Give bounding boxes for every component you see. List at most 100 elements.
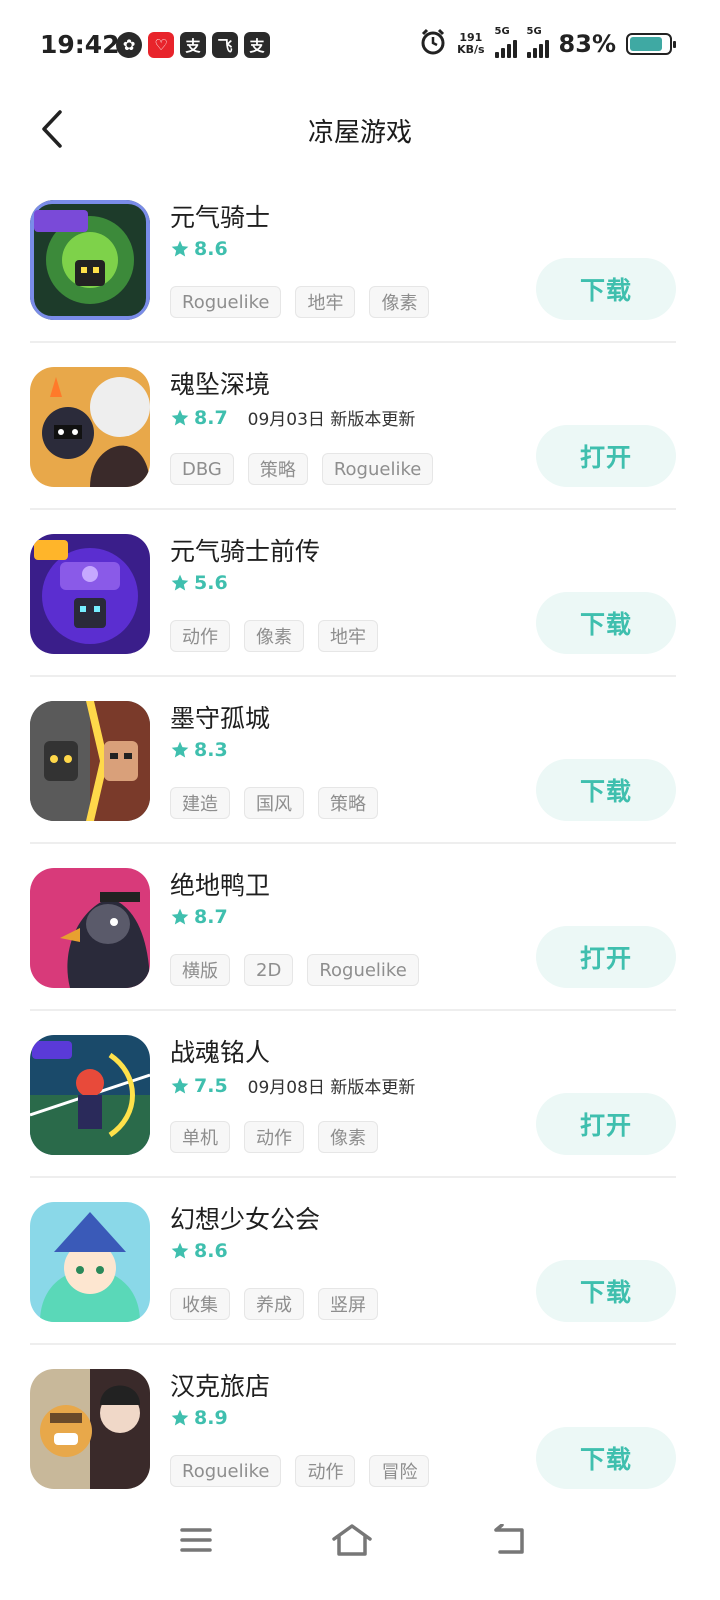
game-list-item[interactable]: 墨守孤城 8.3 建造 国风 策略 下载 <box>0 677 720 844</box>
game-rating: 8.6 <box>170 1240 228 1262</box>
star-icon <box>171 741 189 758</box>
game-list-item[interactable]: 元气骑士 8.6 Roguelike 地牢 像素 下载 <box>0 176 720 343</box>
game-list-item[interactable]: 魂坠深境 8.7 09月03日 新版本更新 DBG 策略 Roguelike 打开 <box>0 343 720 510</box>
back-icon <box>494 1524 524 1554</box>
game-icon[interactable] <box>30 200 150 320</box>
menu-button[interactable] <box>166 1510 226 1570</box>
game-name[interactable]: 魂坠深境 <box>170 365 270 401</box>
status-time: 19:42 <box>40 30 120 59</box>
game-tags: Roguelike 地牢 像素 <box>170 286 430 318</box>
rating-score: 8.6 <box>194 1240 228 1262</box>
page-title: 凉屋游戏 <box>307 118 412 148</box>
rating-score: 7.5 <box>194 1074 228 1097</box>
alarm-icon <box>419 28 447 60</box>
game-rating: 5.6 <box>170 572 228 594</box>
signal-icon: 5G <box>526 26 549 58</box>
game-rating: 7.5 09月08日 新版本更新 <box>170 1073 415 1098</box>
game-tags: 单机 动作 像素 <box>170 1121 378 1153</box>
game-icon[interactable] <box>30 367 150 487</box>
game-list-item[interactable]: 汉克旅店 8.9 Roguelike 动作 冒险 下载 <box>0 1345 720 1512</box>
system-nav-bar <box>0 1490 720 1600</box>
star-icon <box>171 1409 189 1426</box>
game-tag: 养成 <box>244 1288 304 1320</box>
game-icon-art <box>30 200 150 320</box>
download-button[interactable]: 下载 <box>536 1427 676 1489</box>
signal-icon: 5G <box>494 26 517 58</box>
game-tag: 像素 <box>369 286 430 318</box>
game-name[interactable]: 墨守孤城 <box>170 699 270 735</box>
game-list-item[interactable]: 元气骑士前传 5.6 动作 像素 地牢 下载 <box>0 510 720 677</box>
game-rating: 8.7 09月03日 新版本更新 <box>170 405 415 430</box>
game-tag: 收集 <box>170 1288 230 1320</box>
game-tag: 2D <box>244 954 294 986</box>
game-tag: Roguelike <box>321 453 434 485</box>
game-tag: 竖屏 <box>318 1288 378 1320</box>
star-icon <box>171 1077 189 1093</box>
game-rating: 8.7 <box>170 906 228 928</box>
game-icon-art <box>30 1369 150 1489</box>
game-tag: Roguelike <box>170 1455 282 1487</box>
game-name[interactable]: 元气骑士前传 <box>170 532 320 568</box>
battery-percent: 83% <box>558 30 616 58</box>
game-icon[interactable] <box>30 1035 150 1155</box>
download-button[interactable]: 下载 <box>536 258 676 320</box>
notification-app-icon: ♡ <box>148 32 174 58</box>
game-name[interactable]: 幻想少女公会 <box>170 1200 320 1236</box>
game-tag: Roguelike <box>170 286 282 318</box>
rating-score: 8.7 <box>194 406 228 429</box>
game-tags: 收集 养成 竖屏 <box>170 1288 378 1320</box>
star-icon <box>171 240 189 257</box>
open-button[interactable]: 打开 <box>536 425 676 487</box>
page-header: 凉屋游戏 <box>0 92 720 168</box>
home-button[interactable] <box>322 1510 382 1570</box>
game-tag: Roguelike <box>307 954 419 986</box>
open-button[interactable]: 打开 <box>536 1093 676 1155</box>
game-rating: 8.9 <box>170 1407 228 1429</box>
game-icon-art <box>30 868 150 988</box>
update-note: 09月03日 新版本更新 <box>247 410 416 430</box>
download-button[interactable]: 下载 <box>536 1260 676 1322</box>
game-tag: 单机 <box>170 1121 230 1153</box>
open-button[interactable]: 打开 <box>536 926 676 988</box>
game-name[interactable]: 汉克旅店 <box>170 1367 270 1403</box>
rating-score: 5.6 <box>194 572 228 594</box>
game-icon[interactable] <box>30 534 150 654</box>
game-icon[interactable] <box>30 1369 150 1489</box>
game-icon-art <box>30 1202 150 1322</box>
download-button[interactable]: 下载 <box>536 759 676 821</box>
star-icon <box>171 908 189 925</box>
game-tags: 建造 国风 策略 <box>170 787 378 819</box>
notification-app-icon: 飞 <box>212 32 238 58</box>
rating-score: 8.6 <box>194 238 228 260</box>
game-list-item[interactable]: 战魂铭人 7.5 09月08日 新版本更新 单机 动作 像素 打开 <box>0 1011 720 1178</box>
game-name[interactable]: 战魂铭人 <box>170 1033 270 1069</box>
rating-score: 8.7 <box>194 906 228 928</box>
star-icon <box>171 574 189 591</box>
game-icon-art <box>30 367 150 487</box>
update-note: 09月08日 新版本更新 <box>247 1078 416 1098</box>
game-icon-art <box>30 701 150 821</box>
game-icon[interactable] <box>30 1202 150 1322</box>
game-tags: DBG 策略 Roguelike <box>170 453 434 485</box>
game-tag: 建造 <box>170 787 230 819</box>
game-icon[interactable] <box>30 868 150 988</box>
game-tag: 像素 <box>318 1121 378 1153</box>
game-name[interactable]: 元气骑士 <box>170 198 270 234</box>
game-rating: 8.3 <box>170 739 228 761</box>
game-list-item[interactable]: 绝地鸭卫 8.7 横版 2D Roguelike 打开 <box>0 844 720 1011</box>
star-icon <box>171 1242 189 1259</box>
game-name[interactable]: 绝地鸭卫 <box>170 866 270 902</box>
rating-score: 8.9 <box>194 1407 228 1429</box>
rating-score: 8.3 <box>194 739 228 761</box>
menu-icon <box>180 1528 212 1552</box>
game-tag: 国风 <box>244 787 304 819</box>
nav-back-button[interactable] <box>480 1510 540 1570</box>
game-tag: 动作 <box>170 620 230 652</box>
game-tags: 动作 像素 地牢 <box>170 620 378 652</box>
game-icon[interactable] <box>30 701 150 821</box>
game-icon-art <box>30 534 150 654</box>
game-list-item[interactable]: 幻想少女公会 8.6 收集 养成 竖屏 下载 <box>0 1178 720 1345</box>
game-tag: 动作 <box>244 1121 304 1153</box>
game-tags: 横版 2D Roguelike <box>170 954 419 986</box>
download-button[interactable]: 下载 <box>536 592 676 654</box>
